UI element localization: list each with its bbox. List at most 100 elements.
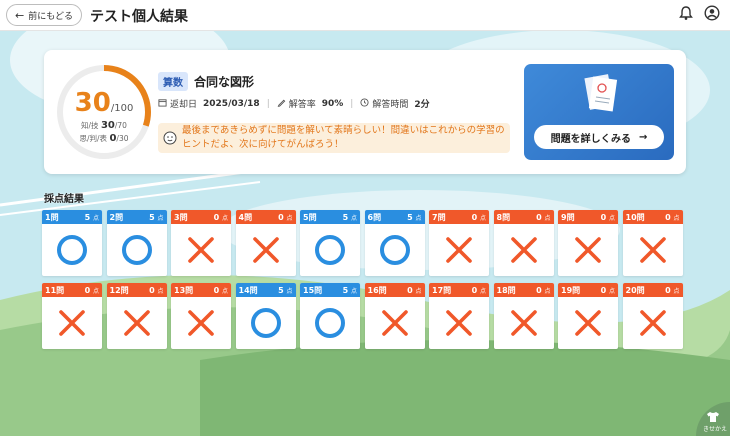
question-results-grid: 1問 5 点 2問 5 点 3問 0 点 4問 0 点 5問 5 点 6問 5 点 7問 0 点 8問 0 点… — [42, 210, 690, 349]
question-tile[interactable]: 7問 0 点 — [429, 210, 489, 276]
calendar-icon — [158, 98, 167, 110]
question-number: 1問 — [45, 212, 59, 222]
points-value: 0 — [407, 285, 413, 295]
question-tile-header: 20問 0 点 — [622, 283, 683, 297]
question-tile[interactable]: 4問 0 点 — [235, 210, 296, 276]
question-tile[interactable]: 10問 0 点 — [622, 210, 683, 276]
back-button-label: 前にもどる — [28, 11, 74, 22]
knowledge-score-row: 知/技 30/70 — [54, 120, 154, 131]
arrow-left-icon: ← — [15, 8, 25, 22]
points-unit: 点 — [92, 287, 99, 295]
points-value: 0 — [213, 212, 220, 222]
question-tile[interactable]: 17問 0 点 — [429, 283, 489, 349]
question-points: 5 点 — [407, 213, 421, 222]
incorrect-cross-icon — [42, 297, 102, 349]
points-value: 0 — [278, 212, 284, 222]
points-value: 5 — [342, 285, 349, 295]
question-tile-header: 9問 0 点 — [558, 210, 618, 224]
incorrect-cross-icon — [623, 297, 683, 349]
points-unit: 点 — [479, 287, 486, 295]
question-tile-header: 8問 0 点 — [493, 210, 554, 224]
subject-badge: 算数 — [158, 72, 188, 91]
points-unit: 点 — [544, 287, 551, 295]
question-tile[interactable]: 8問 0 点 — [493, 210, 554, 276]
question-tile-header: 7問 0 点 — [429, 210, 489, 224]
question-tile-header: 17問 0 点 — [429, 283, 489, 297]
correct-circle-icon — [300, 224, 360, 276]
question-tile-header: 5問 5 点 — [300, 210, 360, 224]
incorrect-cross-icon — [623, 224, 683, 276]
result-summary-card: 30/100 知/技 30/70 思/判/表 0/30 算数 合同な図形 返却日… — [44, 50, 686, 174]
question-tile[interactable]: 1問 5 点 — [42, 210, 102, 276]
question-points: 0 点 — [601, 286, 615, 295]
question-number: 20問 — [625, 285, 645, 295]
question-number: 3問 — [174, 212, 188, 222]
points-value: 0 — [213, 285, 220, 295]
question-tile[interactable]: 3問 0 点 — [171, 210, 231, 276]
question-tile[interactable]: 20問 0 点 — [622, 283, 683, 349]
question-points: 0 点 — [214, 286, 228, 295]
incorrect-cross-icon — [429, 224, 489, 276]
pencil-icon — [277, 98, 286, 110]
points-unit: 点 — [608, 287, 615, 295]
bell-icon[interactable] — [678, 5, 694, 21]
question-points: 0 点 — [536, 213, 550, 222]
document-illustration-icon — [584, 74, 618, 112]
points-unit: 点 — [157, 214, 164, 222]
score-max: /100 — [110, 103, 134, 114]
feedback-text: 最後まであきらめずに問題を解いて素晴らしい！間違いはこれからの学習のヒントだよ、… — [182, 125, 505, 150]
question-tile[interactable]: 18問 0 点 — [493, 283, 554, 349]
question-tile-header: 16問 0 点 — [364, 283, 425, 297]
question-tile[interactable]: 5問 5 点 — [300, 210, 360, 276]
question-points: 0 点 — [149, 286, 163, 295]
question-number: 16問 — [367, 285, 387, 295]
question-tile[interactable]: 16問 0 点 — [364, 283, 425, 349]
question-tile-header: 6問 5 点 — [364, 210, 425, 224]
back-button[interactable]: ← 前にもどる — [6, 4, 83, 26]
incorrect-cross-icon — [558, 224, 618, 276]
question-tile[interactable]: 14問 5 点 — [235, 283, 296, 349]
correct-circle-icon — [42, 224, 102, 276]
question-points: 0 点 — [601, 213, 615, 222]
correct-circle-icon — [300, 297, 360, 349]
question-number: 15問 — [303, 285, 323, 295]
question-tile[interactable]: 12問 0 点 — [106, 283, 167, 349]
points-unit: 点 — [221, 287, 228, 295]
points-unit: 点 — [415, 287, 422, 295]
question-points: 5 点 — [149, 213, 163, 222]
question-tile[interactable]: 15問 5 点 — [300, 283, 360, 349]
question-points: 0 点 — [85, 286, 99, 295]
time-label: 解答時間 — [372, 100, 409, 110]
question-tile[interactable]: 9問 0 点 — [558, 210, 618, 276]
question-tile[interactable]: 11問 0 点 — [42, 283, 102, 349]
points-unit: 点 — [157, 287, 164, 295]
question-tile-header: 10問 0 点 — [622, 210, 683, 224]
top-header: ← 前にもどる テスト個人結果 — [0, 0, 730, 31]
question-tile[interactable]: 19問 0 点 — [558, 283, 618, 349]
question-points: 0 点 — [214, 213, 228, 222]
correct-circle-icon — [107, 224, 167, 276]
unit-title: 合同な図形 — [194, 75, 255, 89]
tshirt-icon — [707, 412, 719, 422]
points-unit: 点 — [608, 214, 615, 222]
points-value: 0 — [665, 285, 671, 295]
question-points: 5 点 — [343, 286, 357, 295]
question-tile[interactable]: 13問 0 点 — [171, 283, 231, 349]
accuracy-value: 90% — [321, 98, 344, 109]
question-tile-header: 13問 0 点 — [171, 283, 231, 297]
total-score: 30/100 — [54, 88, 154, 118]
knowledge-label: 知/技 — [81, 121, 99, 130]
points-unit: 点 — [350, 287, 357, 295]
knowledge-max: /70 — [114, 121, 127, 130]
time-value: 2分 — [414, 100, 430, 110]
account-icon[interactable] — [704, 5, 720, 21]
view-details-button[interactable]: 問題を詳しくみる → — [534, 125, 664, 149]
question-tile[interactable]: 2問 5 点 — [106, 210, 167, 276]
question-tile-header: 1問 5 点 — [42, 210, 102, 224]
question-tile-header: 3問 0 点 — [171, 210, 231, 224]
question-tile[interactable]: 6問 5 点 — [364, 210, 425, 276]
thinking-score-row: 思/判/表 0/30 — [54, 133, 154, 144]
points-unit: 点 — [673, 287, 680, 295]
points-unit: 点 — [673, 214, 680, 222]
question-tile-header: 2問 5 点 — [106, 210, 167, 224]
